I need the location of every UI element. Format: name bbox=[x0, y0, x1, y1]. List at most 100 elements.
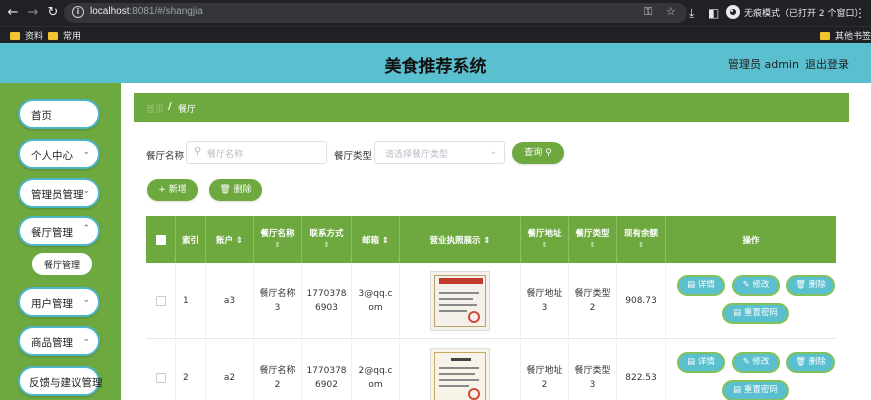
logout-link[interactable]: 退出登录 bbox=[805, 56, 849, 72]
breadcrumb-current: 餐厅 bbox=[178, 105, 197, 115]
sidebar-item-profile[interactable]: 个人中心 ⌄ bbox=[18, 139, 100, 169]
address-bar[interactable]: i localhost:8081/#/shangjia ⚿ ☆ bbox=[64, 3, 687, 23]
restaurant-name-input[interactable]: ⚲ 餐厅名称 bbox=[186, 141, 327, 164]
sort-icon: ⇕ bbox=[541, 241, 548, 249]
edit-button[interactable]: ✎ 修改 bbox=[732, 352, 780, 373]
sidebar-item-label: 用户管理 bbox=[31, 298, 73, 310]
row-checkbox[interactable] bbox=[155, 373, 166, 383]
operations-cell: ▤ 详情 ✎ 修改 🗑 删除 ▤ 重置密码 bbox=[666, 263, 836, 339]
delete-button[interactable]: 🗑 删除 bbox=[786, 352, 835, 373]
delete-button[interactable]: 🗑 删除 bbox=[786, 275, 835, 296]
column-header[interactable]: 现有余额 ⇕ bbox=[617, 216, 666, 263]
sidebar-item-admin[interactable]: 管理员管理 ⌄ bbox=[18, 178, 100, 208]
batch-delete-button[interactable]: 🗑 删除 bbox=[209, 179, 262, 201]
cell-text: 餐厅地址 2 bbox=[526, 364, 562, 392]
folder-icon bbox=[820, 31, 830, 40]
type-cell: 餐厅类型 3 bbox=[569, 340, 617, 400]
license-cell bbox=[400, 340, 521, 400]
table-header: 索引 账户 ⇕ 餐厅名称 ⇕ 联系方式 ⇕ 邮箱 ⇕ 营业执照展示 ⇕ 餐厅地址 ⇕ … bbox=[146, 216, 836, 263]
sidebar-item-restaurant[interactable]: 餐厅管理 ⌃ bbox=[18, 216, 100, 246]
restaurant-type-select[interactable]: 请选择餐厅类型 ⌄ bbox=[374, 141, 505, 164]
column-header[interactable]: 账户 ⇕ bbox=[206, 216, 254, 263]
url-text[interactable]: localhost:8081/#/shangjia bbox=[90, 6, 203, 17]
bookmark-folder[interactable]: 资料 bbox=[10, 29, 43, 42]
edit-button-label: 修改 bbox=[752, 280, 770, 290]
balance-cell: 822.53 bbox=[617, 340, 666, 400]
query-button[interactable]: 查询 ⚲ bbox=[512, 142, 564, 164]
breadcrumb-separator: / bbox=[168, 101, 172, 112]
sidebar-item-users[interactable]: 用户管理 ⌄ bbox=[18, 287, 100, 317]
column-header[interactable]: 餐厅名称 ⇕ bbox=[254, 216, 302, 263]
batch-delete-label: 删除 bbox=[233, 185, 252, 195]
license-line bbox=[439, 298, 473, 300]
column-header[interactable]: 餐厅类型 ⇕ bbox=[569, 216, 617, 263]
column-header[interactable]: 联系方式 ⇕ bbox=[302, 216, 352, 263]
column-header-label: 账户 ⇕ bbox=[206, 234, 253, 246]
column-header: 操作 bbox=[666, 216, 836, 263]
column-header-label: 操作 bbox=[742, 236, 760, 246]
browser-toolbar: ← → ↻ i localhost:8081/#/shangjia ⚿ ☆ ⤓ … bbox=[0, 0, 871, 26]
cell-text: 1770378 6902 bbox=[306, 364, 346, 392]
sort-icon: ⇕ bbox=[323, 241, 330, 249]
add-button[interactable]: + 新增 bbox=[147, 179, 198, 201]
restaurant-type-label: 餐厅类型 bbox=[334, 151, 373, 162]
incognito-icon: ◕ bbox=[726, 5, 740, 19]
sidebar-item-products[interactable]: 商品管理 ⌄ bbox=[18, 326, 100, 356]
license-cell bbox=[400, 263, 521, 339]
column-header[interactable]: 邮箱 ⇕ bbox=[352, 216, 400, 263]
cell-text: 餐厅类型 2 bbox=[574, 287, 610, 315]
edit-button-label: 修改 bbox=[752, 357, 770, 367]
site-info-icon[interactable]: i bbox=[72, 6, 84, 18]
license-line bbox=[439, 310, 467, 312]
cell-line: 3 bbox=[541, 303, 548, 313]
reset-password-label: 重置密码 bbox=[743, 385, 778, 395]
sort-icon: ⇕ bbox=[381, 236, 390, 246]
breadcrumb-home[interactable]: 首页 bbox=[146, 102, 164, 115]
business-license-image[interactable] bbox=[430, 271, 490, 331]
license-line bbox=[439, 304, 477, 306]
sidebar-item-feedback[interactable]: 反馈与建议管理 bbox=[18, 366, 103, 396]
column-header[interactable]: 营业执照展示 ⇕ bbox=[400, 216, 521, 263]
document-icon: ▤ bbox=[687, 357, 696, 367]
bookmark-folder[interactable]: 常用 bbox=[48, 29, 81, 42]
key-icon[interactable]: ⚿ bbox=[644, 5, 652, 19]
name-cell: 餐厅名称 2 bbox=[254, 340, 302, 400]
other-bookmarks[interactable]: 其他书签 bbox=[820, 29, 871, 42]
sort-icon: ⇕ bbox=[235, 236, 244, 246]
row-select-cell bbox=[146, 340, 176, 400]
sidebar-subitem-restaurant[interactable]: 餐厅管理 bbox=[32, 253, 92, 275]
menu-kebab-icon[interactable]: ⋮ bbox=[854, 4, 866, 22]
column-header-label: 餐厅类型 bbox=[575, 229, 610, 239]
chevron-down-icon: ⌄ bbox=[489, 147, 497, 157]
balance-cell: 908.73 bbox=[617, 263, 666, 339]
incognito-indicator[interactable]: ◕ 无痕模式（已打开 2 个窗口） bbox=[726, 5, 863, 19]
document-icon: ▤ bbox=[687, 280, 696, 290]
sidebar-item-label: 首页 bbox=[31, 110, 52, 122]
cell-line: 1770378 bbox=[306, 366, 347, 376]
column-header[interactable]: 餐厅地址 ⇕ bbox=[521, 216, 569, 263]
chevron-down-icon: ⌄ bbox=[82, 147, 90, 157]
bookmark-star-icon[interactable]: ☆ bbox=[666, 5, 676, 18]
cell-text: 餐厅名称 3 bbox=[259, 287, 295, 315]
cell-line: om bbox=[368, 303, 383, 313]
license-line bbox=[439, 292, 479, 294]
back-icon[interactable]: ← bbox=[4, 4, 22, 22]
edit-icon: ✎ bbox=[742, 280, 750, 290]
row-checkbox[interactable] bbox=[155, 296, 166, 306]
edit-button[interactable]: ✎ 修改 bbox=[732, 275, 780, 296]
reset-password-button[interactable]: ▤ 重置密码 bbox=[722, 303, 789, 324]
reload-icon[interactable]: ↻ bbox=[44, 4, 62, 22]
sidebar-item-label: 个人中心 bbox=[31, 150, 73, 162]
select-all-checkbox[interactable] bbox=[156, 235, 166, 245]
forward-icon[interactable]: → bbox=[24, 4, 42, 22]
index-cell: 2 bbox=[176, 340, 206, 400]
detail-button[interactable]: ▤ 详情 bbox=[677, 352, 725, 373]
side-panel-icon[interactable]: ◧ bbox=[708, 4, 719, 22]
reset-password-button[interactable]: ▤ 重置密码 bbox=[722, 380, 789, 400]
address-cell: 餐厅地址 2 bbox=[521, 340, 569, 400]
sidebar-item-home[interactable]: 首页 bbox=[18, 99, 100, 129]
download-icon[interactable]: ⤓ bbox=[689, 4, 694, 22]
cell-line: 餐厅名称 bbox=[259, 289, 296, 299]
business-license-image[interactable] bbox=[430, 348, 490, 400]
detail-button[interactable]: ▤ 详情 bbox=[677, 275, 725, 296]
